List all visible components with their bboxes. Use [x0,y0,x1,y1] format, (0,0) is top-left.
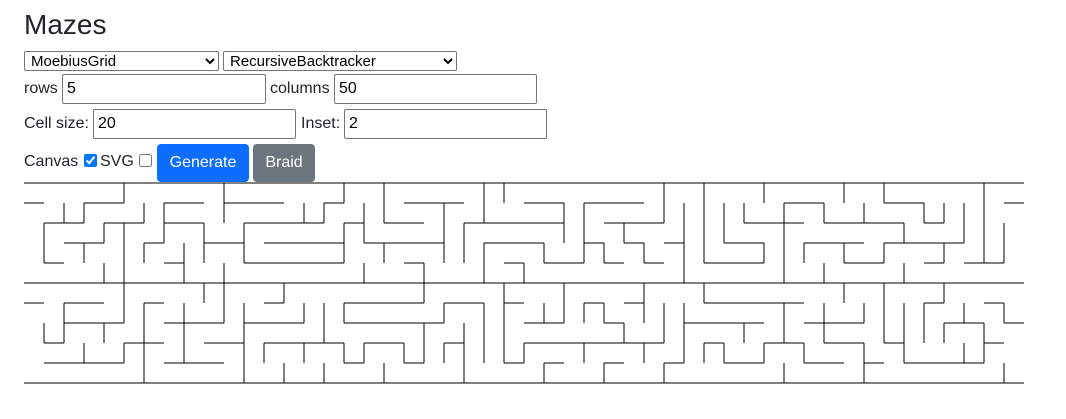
maze-canvas [24,182,1024,384]
